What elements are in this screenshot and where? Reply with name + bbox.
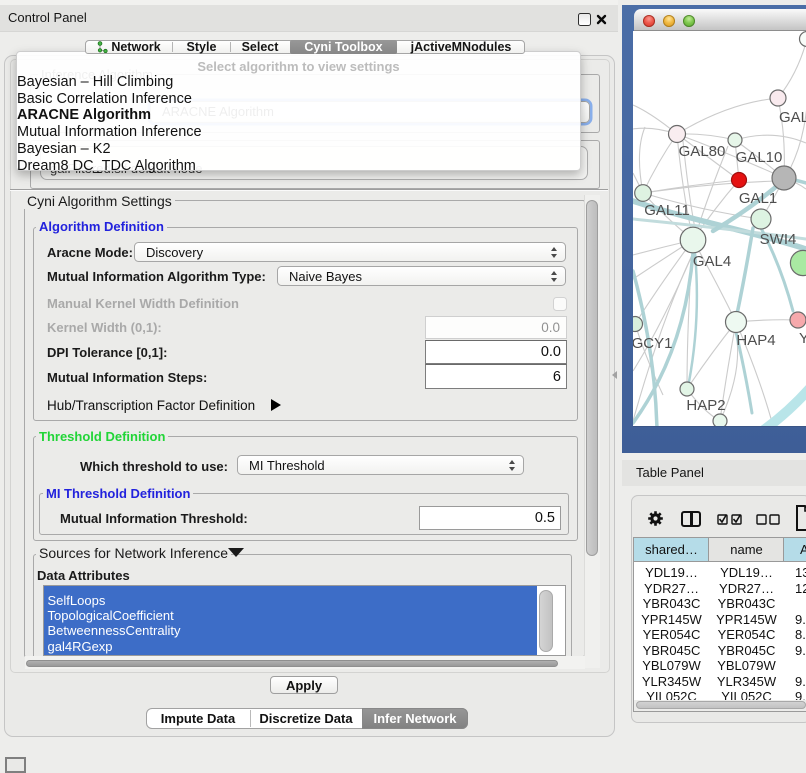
svg-text:GAL: GAL — [779, 109, 806, 126]
svg-text:Y: Y — [799, 330, 806, 347]
svg-text:HAP4: HAP4 — [736, 332, 775, 349]
svg-text:SWI4: SWI4 — [760, 231, 797, 248]
svg-text:GAL80: GAL80 — [679, 143, 726, 160]
svg-text:GAL10: GAL10 — [736, 149, 783, 166]
svg-text:GCY1: GCY1 — [633, 335, 672, 352]
svg-text:GAL11: GAL11 — [644, 202, 690, 219]
svg-text:HAP2: HAP2 — [686, 397, 725, 414]
svg-text:GAL4: GAL4 — [693, 253, 731, 270]
svg-text:GAL1: GAL1 — [739, 190, 777, 207]
